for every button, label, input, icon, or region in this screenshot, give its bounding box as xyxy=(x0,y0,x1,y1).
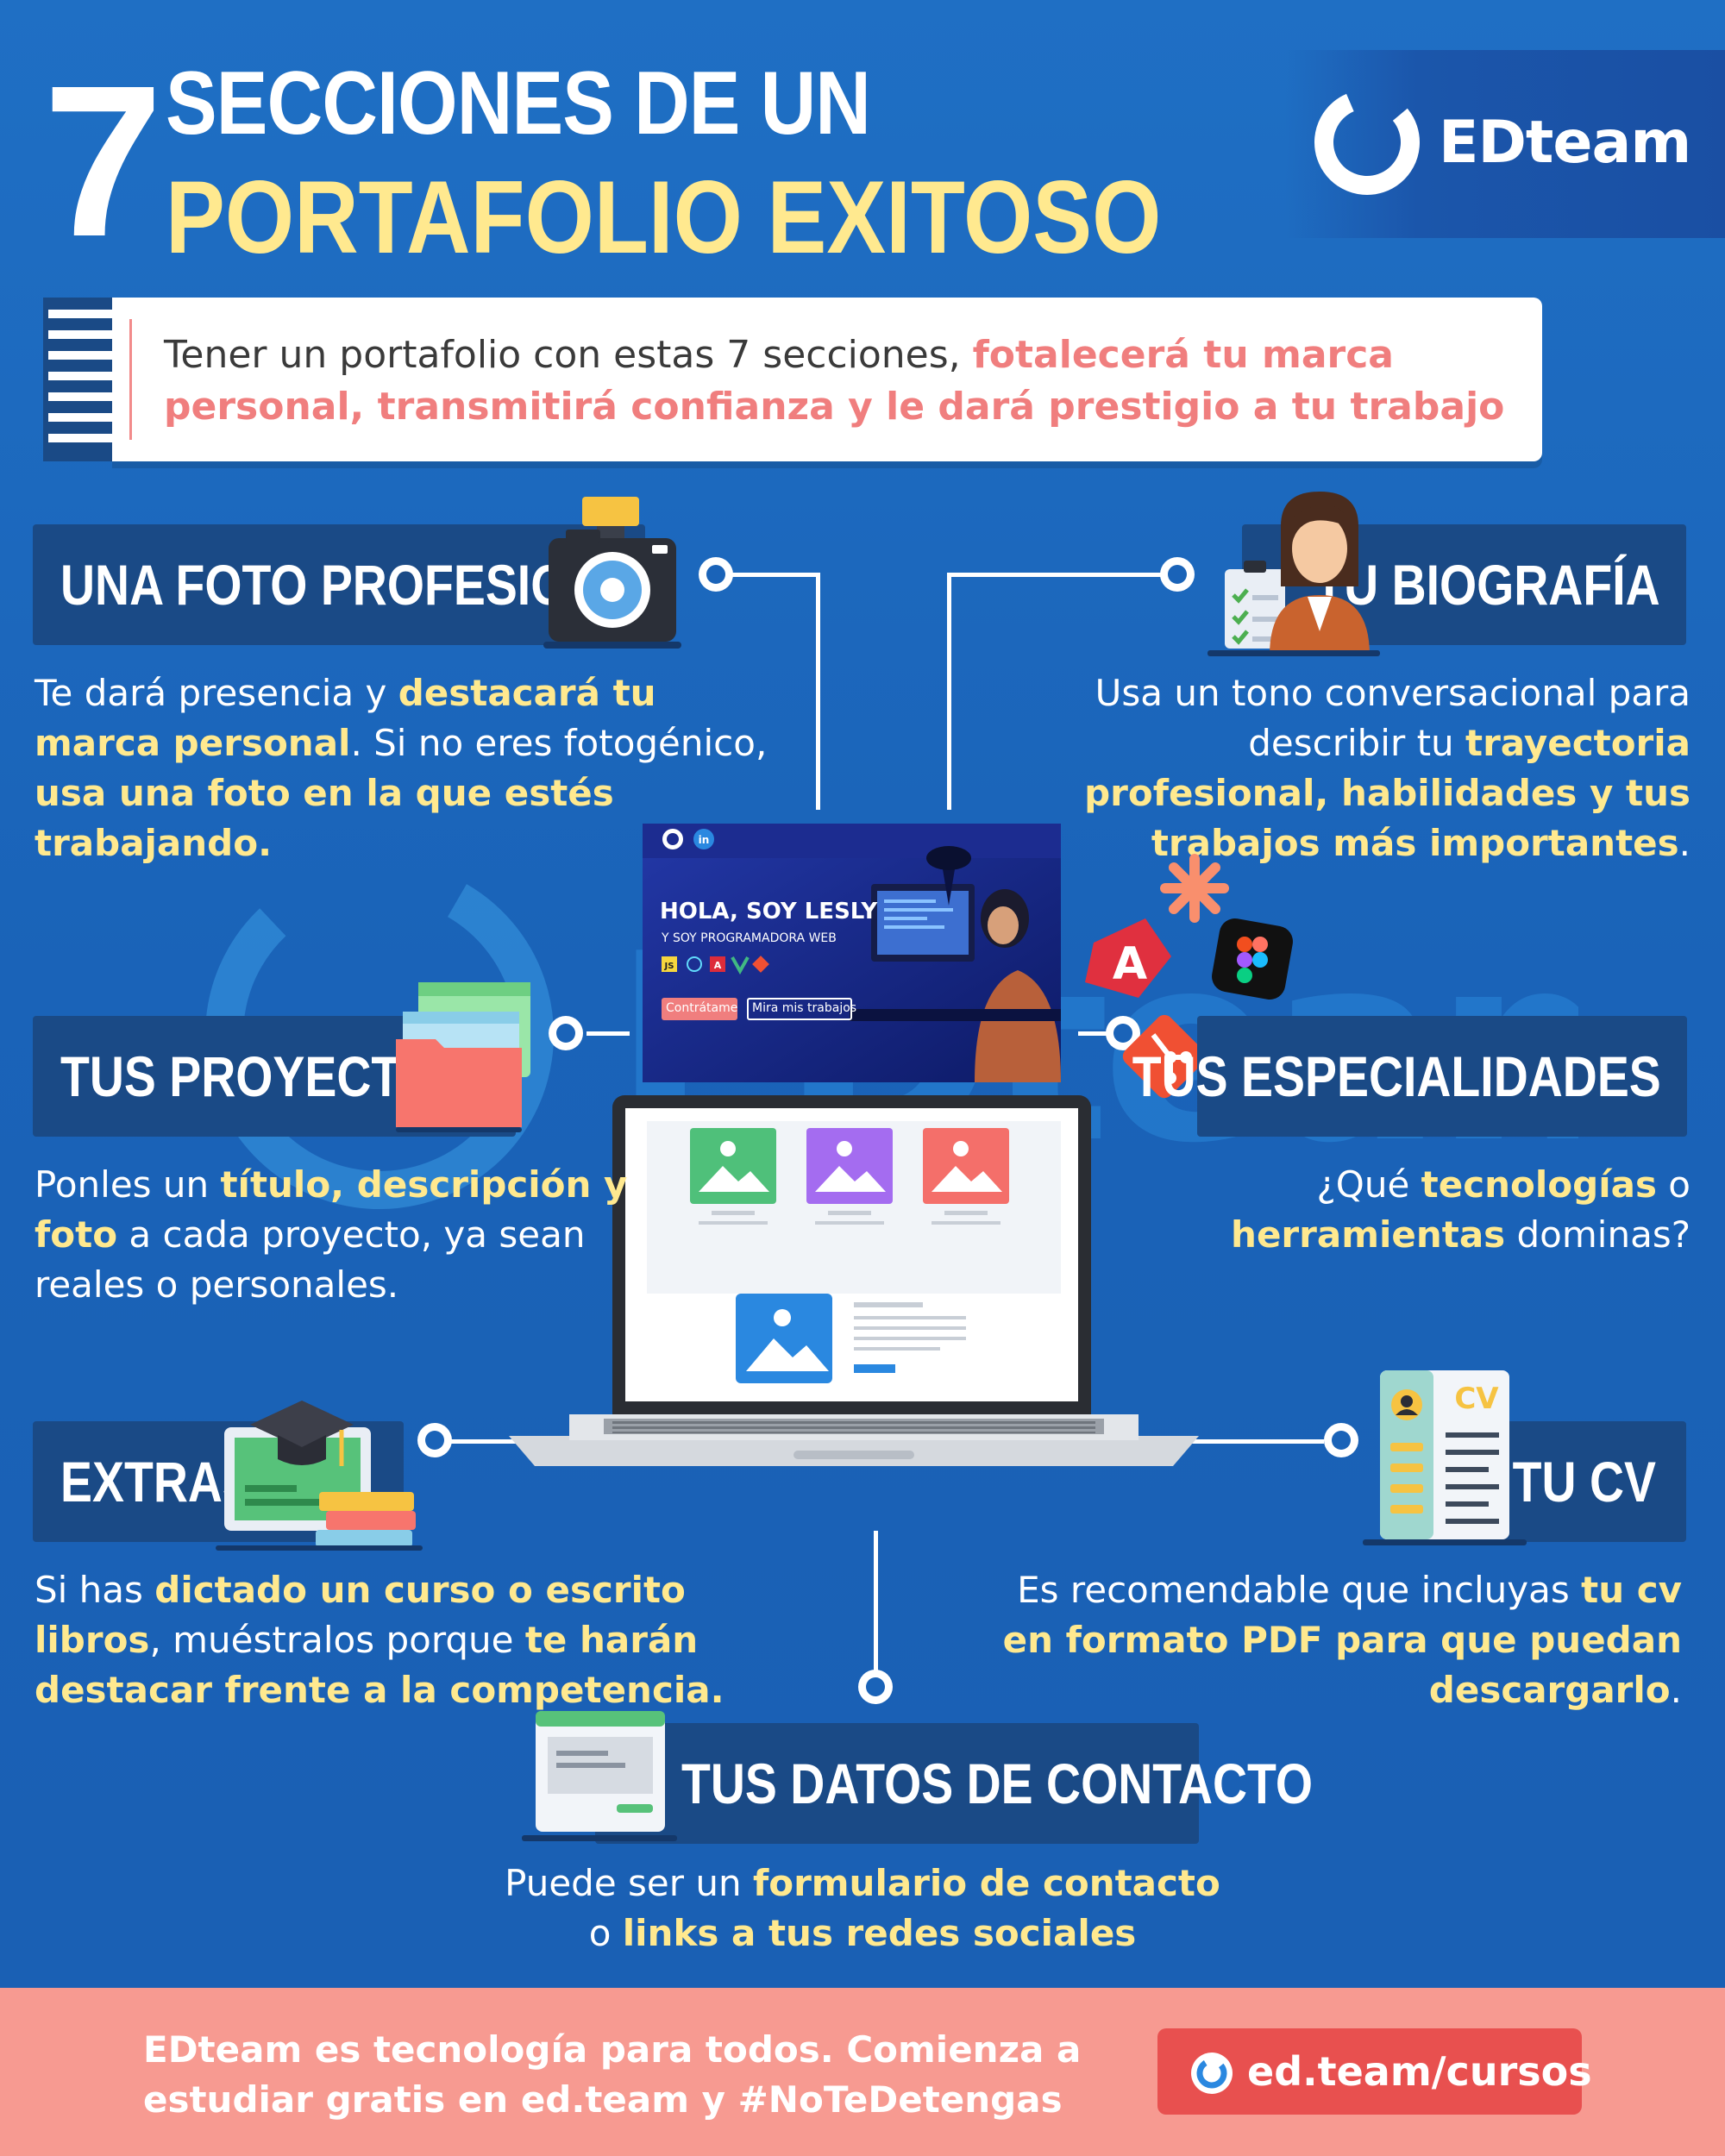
connector-contact xyxy=(874,1531,878,1682)
linkedin-icon[interactable]: in xyxy=(693,828,715,850)
contact-desc-3: o xyxy=(588,1912,623,1954)
camera-icon xyxy=(543,497,681,649)
cv-label: CV xyxy=(1454,1382,1499,1416)
projects-desc-1: Ponles un xyxy=(34,1163,221,1206)
graduation-books-icon xyxy=(216,1401,423,1551)
svg-text:in: in xyxy=(699,834,710,846)
connector-cv xyxy=(1177,1439,1324,1444)
github-icon[interactable] xyxy=(662,828,684,850)
skills-desc-1: ¿Qué xyxy=(1316,1163,1421,1206)
skills-desc-2: tecnologías xyxy=(1421,1163,1657,1206)
skills-desc-5: dominas? xyxy=(1505,1213,1690,1256)
intro-accent-line xyxy=(129,319,132,440)
cv-document-icon: CV xyxy=(1363,1370,1527,1545)
hire-me-label: Contrátame xyxy=(666,1001,738,1015)
cv-desc-3: . xyxy=(1670,1669,1682,1711)
gallery-cards xyxy=(690,1128,1009,1225)
cv-desc-1: Es recomendable que incluyas xyxy=(1017,1569,1582,1611)
hero-title: HOLA, SOY LESLY xyxy=(660,899,878,924)
section-skills-description: ¿Qué tecnologías o herramientas dominas? xyxy=(1121,1160,1690,1260)
footer-text: EDteam es tecnología para todos. Comienz… xyxy=(143,2028,1082,2121)
skills-desc-4: herramientas xyxy=(1231,1213,1506,1256)
contact-form-icon xyxy=(522,1711,677,1841)
extras-desc-3: , muéstralos porque xyxy=(149,1619,525,1661)
portfolio-hero-card xyxy=(643,824,1061,1082)
section-contact-title: TUS DATOS DE CONTACTO xyxy=(681,1752,1314,1815)
photo-desc-1: Te dará presencia y xyxy=(34,672,398,714)
page-title-line2: PORTAFOLIO EXITOSO xyxy=(166,160,1162,275)
contact-desc-1: Puede ser un xyxy=(505,1862,753,1904)
notebook-rings-icon xyxy=(43,298,112,461)
svg-text:A: A xyxy=(714,960,722,971)
intro-text-plain: Tener un portafolio con estas 7 seccione… xyxy=(164,333,973,377)
section-contact-description: Puede ser un formulario de contacto o li… xyxy=(466,1858,1259,1959)
big-number-seven: 7 xyxy=(43,41,163,281)
footer-cta-label[interactable]: ed.team/cursos xyxy=(1247,2048,1592,2095)
edteam-logo-icon xyxy=(1314,90,1420,195)
brand-name: EDteam xyxy=(1439,109,1691,177)
section-extras-description: Si has dictado un curso o escrito libros… xyxy=(34,1565,811,1715)
connector-photo-v xyxy=(816,573,820,810)
view-work-label: Mira mis trabajos xyxy=(752,1001,857,1015)
skills-desc-3: o xyxy=(1656,1163,1690,1206)
section-cv-title: TU CV xyxy=(1512,1450,1656,1514)
extras-desc-1: Si has xyxy=(34,1569,155,1611)
angular-icon: A xyxy=(1085,918,1171,998)
figma-icon xyxy=(1212,918,1293,1000)
section-skills-title: TUS ESPECIALIDADES xyxy=(1132,1044,1661,1108)
page-title-line1: SECCIONES DE UN xyxy=(166,53,871,154)
connector-node-contact xyxy=(858,1670,893,1704)
svg-text:JS: JS xyxy=(664,962,674,971)
edteam-logo-icon xyxy=(1191,2053,1233,2094)
connector-node-cv xyxy=(1324,1423,1358,1457)
connector-bio-h xyxy=(947,573,1173,577)
about-image-card xyxy=(736,1294,966,1383)
connector-node-bio xyxy=(1160,557,1195,592)
svg-text:A: A xyxy=(1113,938,1147,990)
contact-desc-2: formulario de contacto xyxy=(752,1862,1220,1904)
tech-badges-row: JS A xyxy=(662,956,769,975)
projects-desc-3: a cada proyecto, ya sean reales o person… xyxy=(34,1213,586,1306)
intro-text: Tener un portafolio con estas 7 seccione… xyxy=(164,329,1527,433)
connector-node-extras xyxy=(417,1423,452,1457)
zapier-asterisk-icon xyxy=(1160,854,1229,923)
bio-desc-3: . xyxy=(1678,822,1690,864)
photo-desc-3: . Si no eres fotogénico, xyxy=(350,722,768,764)
folders-icon xyxy=(396,982,530,1132)
section-projects-description: Ponles un título, descripción y foto a c… xyxy=(34,1160,638,1310)
section-cv-description: Es recomendable que incluyas tu cv en fo… xyxy=(992,1565,1682,1715)
hero-subtitle: Y SOY PROGRAMADORA WEB xyxy=(662,931,837,945)
contact-desc-4: links a tus redes sociales xyxy=(622,1912,1137,1954)
connector-node-photo xyxy=(699,557,733,592)
connector-bio-v xyxy=(947,573,951,810)
profile-biography-icon xyxy=(1208,492,1380,656)
